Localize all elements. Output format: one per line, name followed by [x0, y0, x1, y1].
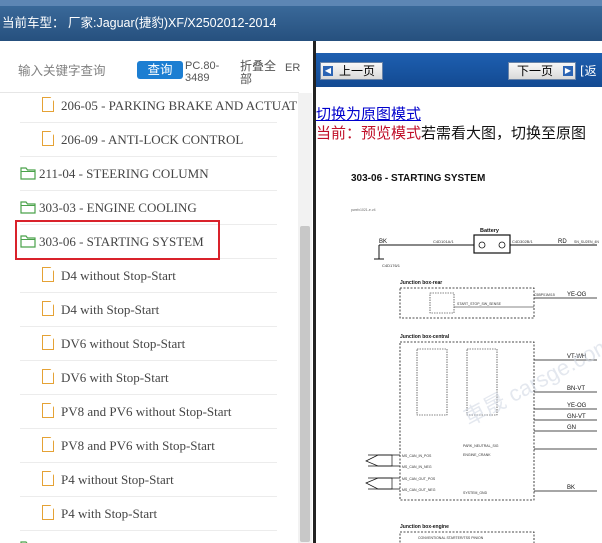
wire-label-ye-og: YE-OG [567, 292, 587, 298]
wire-label-gn-vt: GN-VT [567, 414, 586, 420]
tree-item-label: 303-03 - ENGINE COOLING [39, 200, 197, 215]
battery-label: Battery [480, 228, 500, 234]
tree-item[interactable]: 206-09 - ANTI-LOCK CONTROL [20, 123, 277, 157]
tree-item[interactable]: 206-05 - PARKING BRAKE AND ACTUATI [20, 93, 297, 123]
file-icon [42, 301, 54, 316]
selection-highlight-box [15, 220, 220, 260]
tree-item[interactable]: 211-04 - STEERING COLUMN [20, 157, 277, 191]
switch-original-mode-link[interactable]: 切换为原图模式 [316, 103, 421, 124]
right-panel: ◀ 上一页 下一页 ▶ [返 切换为原图模式 当前：预览模式若需看大图，切换至原… [316, 41, 602, 543]
conn-label-c5bp01m: C5BP01M/15 [534, 293, 555, 297]
tree-item[interactable]: PV8 and PV6 with Stop-Start [20, 429, 277, 463]
tree-item-label: P4 with Stop-Start [61, 506, 158, 521]
conn-label-sn: SN_SU2EN_4N [574, 240, 599, 244]
file-icon [42, 505, 54, 520]
can-out-pos-label: MS_CAN_OUT_POS [402, 477, 436, 481]
tree-item-label: D4 without Stop-Start [61, 268, 176, 283]
preview-mode-status: 当前：预览模式若需看大图，切换至原图 [316, 122, 586, 143]
tree-item[interactable]: 303-14A - ELECTRONIC ENGINE CONTROLS [20, 531, 297, 543]
arrow-left-icon: ◀ [323, 66, 333, 76]
watermark: 車晟 carsge.com 0105 [460, 306, 602, 431]
start-stop-label: START_STOP_SW_SENSE [457, 302, 502, 306]
can-in-pos-label: MS_CAN_IN_POS [402, 454, 432, 458]
prev-page-label: 上一页 [339, 64, 376, 78]
top-strip [0, 0, 602, 6]
can-out-neg-label: MS_CAN_OUT_NEG [402, 488, 436, 492]
junction-central-module [416, 348, 448, 416]
tree-item[interactable]: P4 without Stop-Start [20, 463, 277, 497]
left-panel: 查询 PC.80-3489 折叠全部 ER 206-05 - PARKING BR… [0, 41, 314, 543]
tree-item[interactable]: P4 with Stop-Start [20, 497, 277, 531]
wire-label-bk-2: BK [567, 485, 575, 491]
search-input[interactable] [18, 61, 130, 81]
junction-rear-inner [429, 292, 455, 314]
tree-item-label: 206-05 - PARKING BRAKE AND ACTUATI [61, 98, 297, 113]
wiring-diagram: 303-06 - STARTING SYSTEM pwxfx1021-e.v4 … [351, 173, 602, 543]
collapse-all-label: 折叠全部 [240, 59, 277, 86]
wire-label-ye-og-2: YE-OG [567, 403, 587, 409]
next-page-button[interactable]: 下一页 ▶ [508, 62, 576, 80]
file-icon [42, 335, 54, 350]
battery-terminal-neg [478, 241, 486, 249]
collapse-tail-text: ER [285, 62, 301, 74]
file-icon [42, 131, 54, 146]
tree-item-label: DV6 with Stop-Start [61, 370, 169, 385]
junction-central-label: Junction box-central [400, 334, 450, 340]
next-page-label: 下一页 [517, 64, 554, 78]
tree-item[interactable]: DV6 with Stop-Start [20, 361, 277, 395]
file-icon [42, 267, 54, 282]
file-icon [42, 471, 54, 486]
can-connector-2 [365, 477, 393, 490]
tree-item-label: D4 with Stop-Start [61, 302, 160, 317]
tree-item-label: P4 without Stop-Start [61, 472, 174, 487]
return-link[interactable]: [返 [580, 62, 597, 79]
wire-label-gn: GN [567, 425, 576, 431]
arrow-right-icon: ▶ [563, 66, 573, 76]
collapse-all-button[interactable]: 折叠全部 ER [240, 59, 300, 86]
file-icon [42, 369, 54, 384]
park-neutral-label: PARK_NEUTRAL_SIG [463, 444, 499, 448]
tree-item-label: DV6 without Stop-Start [61, 336, 186, 351]
prev-page-button[interactable]: ◀ 上一页 [320, 62, 383, 80]
model-code: PC.80-3489 [185, 60, 220, 84]
wire-label-bk: BK [379, 239, 387, 245]
can-connector-1 [365, 454, 393, 467]
tree-item-label: 211-04 - STEERING COLUMN [39, 166, 209, 181]
can-in-neg-label: MS_CAN_IN_NEG [402, 465, 432, 469]
top-bar: 当前车型： 厂家:Jaguar(捷豹)XF/X2502012-2014 [0, 0, 602, 41]
diagram-doc-code: pwxfx1021-e.v4 [351, 208, 376, 212]
tree-item-label: PV8 and PV6 with Stop-Start [61, 438, 215, 453]
junction-rear-label: Junction box-rear [400, 280, 442, 286]
wire-label-bn-vt: BN-VT [567, 386, 585, 392]
junction-engine-label: Junction box-engine [400, 524, 449, 530]
conn-label-c4d176: C4D176/1 [382, 263, 401, 268]
viewer-nav-bar: ◀ 上一页 下一页 ▶ [返 [316, 53, 602, 87]
system-gnd-label: SYSTEM_GND [463, 491, 488, 495]
section-tree: 206-05 - PARKING BRAKE AND ACTUATI 206-09… [0, 93, 297, 543]
wire-label-rd: RD [558, 239, 567, 245]
engine-crank-label: ENGINE_CRANK [463, 453, 491, 457]
battery-terminal-pos [498, 241, 506, 249]
current-mode-label: 当前：预览模式 [316, 126, 422, 142]
conn-label-c4d101a: C4D101A/1 [433, 239, 454, 244]
tree-item[interactable]: DV6 without Stop-Start [20, 327, 277, 361]
vehicle-label: 当前车型： 厂家:Jaguar(捷豹)XF/X2502012-2014 [2, 16, 277, 30]
folder-icon [20, 200, 36, 214]
file-icon [42, 403, 54, 418]
enlarge-hint: 若需看大图，切换至原图 [421, 126, 587, 142]
conn-label-c4d302b: C4D302B/1 [512, 239, 533, 244]
tree-item-label: PV8 and PV6 without Stop-Start [61, 404, 232, 419]
folder-icon [20, 166, 36, 180]
tree-item[interactable]: PV8 and PV6 without Stop-Start [20, 395, 277, 429]
conventional-starter-label: CONVENTIONAL STARTER/TSS PINION [418, 536, 484, 540]
search-row: 查询 PC.80-3489 折叠全部 ER [0, 41, 300, 93]
file-icon [42, 97, 54, 112]
search-button[interactable]: 查询 [137, 61, 183, 79]
diagram-title: 303-06 - STARTING SYSTEM [351, 173, 485, 184]
tree-item[interactable]: D4 with Stop-Start [20, 293, 277, 327]
tree-item-label: 206-09 - ANTI-LOCK CONTROL [61, 132, 244, 147]
file-icon [42, 437, 54, 452]
tree-scrollbar-thumb[interactable] [300, 226, 310, 542]
tree-item[interactable]: D4 without Stop-Start [20, 259, 277, 293]
